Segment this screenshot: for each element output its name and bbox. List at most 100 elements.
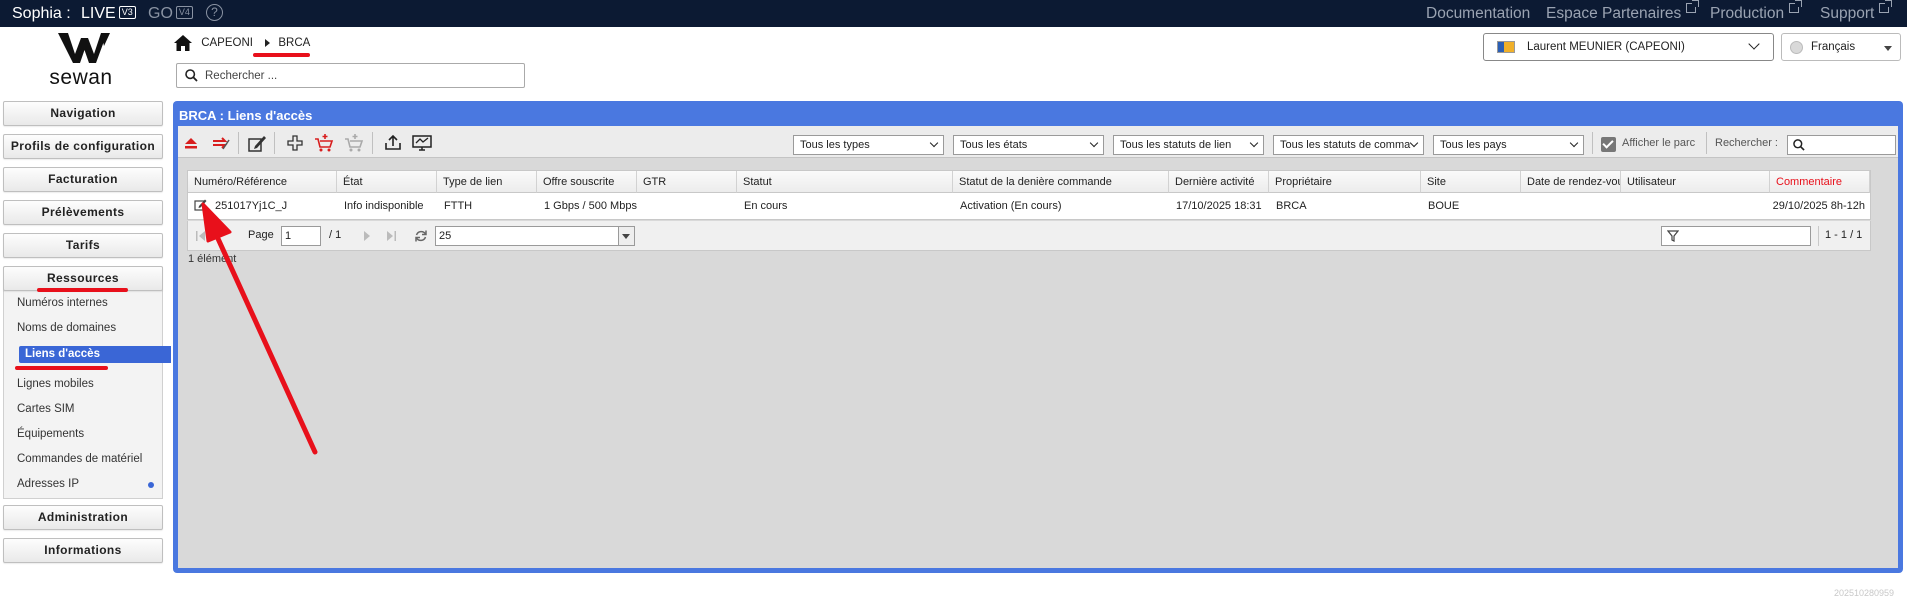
sidebar-profils-button[interactable]: Profils de configuration [3, 134, 163, 159]
chevron-down-icon [1409, 138, 1419, 148]
grid-search-input[interactable] [1787, 135, 1896, 155]
sidebar-tarifs-button[interactable]: Tarifs [3, 233, 163, 258]
dropdown-arrow-icon [622, 234, 630, 239]
sidebar-navigation-button[interactable]: Navigation [3, 101, 163, 126]
logo-text: sewan [49, 66, 113, 89]
sidebar-item-commandes-de-materiel[interactable]: Commandes de matériel [17, 453, 142, 465]
page-size-select[interactable]: 25 [435, 226, 635, 246]
filter-types-select[interactable]: Tous les types [793, 135, 944, 155]
toolbar-separator [238, 132, 239, 154]
item-count: 1 élément [188, 253, 237, 265]
filter-statuts-commande-value: Tous les statuts de comma [1280, 139, 1411, 151]
sewan-logo-mark [58, 33, 110, 63]
column-header-date-rdv[interactable]: Date de rendez-vous [1521, 171, 1621, 193]
sidebar-prelevements-button[interactable]: Prélèvements [3, 200, 163, 225]
column-header-type-lien[interactable]: Type de lien [437, 171, 537, 193]
add-to-cart-icon[interactable] [313, 133, 335, 153]
live-badge: V3 [118, 6, 136, 19]
sidebar-item-lignes-mobiles[interactable]: Lignes mobiles [17, 378, 94, 390]
monitor-icon[interactable] [411, 133, 433, 153]
language-select[interactable]: Français [1781, 33, 1901, 61]
sidebar-item-numeros-internes[interactable]: Numéros internes [17, 297, 108, 309]
support-link[interactable]: Support [1820, 0, 1893, 27]
eject-icon[interactable] [180, 133, 202, 153]
page-total: / 1 [329, 229, 342, 241]
live-v3-link[interactable]: LIVE V3 [81, 0, 136, 27]
search-icon [185, 69, 198, 82]
column-header-proprietaire[interactable]: Propriétaire [1269, 171, 1421, 193]
cell-site: BOUE [1428, 200, 1460, 212]
cart-disabled-icon[interactable] [343, 133, 365, 153]
go-v4-link[interactable]: GO V4 [148, 0, 193, 27]
sidebar-item-liens-d-acces[interactable]: Liens d'accès [19, 346, 171, 363]
toolbar-separator [1706, 132, 1707, 154]
help-icon[interactable]: ? [206, 4, 223, 21]
chevron-down-icon [929, 138, 939, 148]
column-header-etat[interactable]: État [337, 171, 437, 193]
filter-icon [1667, 230, 1679, 242]
chevron-down-icon [1249, 138, 1259, 148]
user-select[interactable]: Laurent MEUNIER (CAPEONI) [1483, 33, 1774, 61]
sewan-logo[interactable]: sewan [38, 30, 124, 90]
column-header-site[interactable]: Site [1421, 171, 1521, 193]
user-name: Laurent MEUNIER (CAPEONI) [1527, 41, 1685, 53]
global-search-box[interactable] [176, 63, 525, 88]
filter-types-value: Tous les types [800, 139, 870, 151]
first-page-icon[interactable] [195, 230, 207, 242]
export-icon[interactable] [382, 133, 404, 153]
column-header-statut[interactable]: Statut [737, 171, 953, 193]
column-header-utilisateur[interactable]: Utilisateur [1621, 171, 1770, 193]
search-input[interactable] [205, 67, 515, 84]
add-icon[interactable] [284, 133, 306, 153]
cell-statut: En cours [744, 200, 788, 212]
page-number-input[interactable]: 1 [281, 226, 321, 246]
sidebar-item-equipements[interactable]: Équipements [17, 428, 84, 440]
brand-label: Sophia : [12, 5, 71, 22]
sidebar-informations-button[interactable]: Informations [3, 538, 163, 563]
column-header-derniere-activite[interactable]: Dernière activité [1169, 171, 1269, 193]
chevron-down-icon [1748, 38, 1760, 50]
sidebar-item-noms-de-domaines[interactable]: Noms de domaines [17, 322, 116, 334]
language-label: Français [1811, 41, 1856, 53]
sidebar-facturation-button[interactable]: Facturation [3, 167, 163, 192]
refresh-icon[interactable] [414, 229, 428, 243]
search-icon [1793, 139, 1805, 151]
live-label: LIVE [81, 5, 116, 22]
sidebar-item-cartes-sim[interactable]: Cartes SIM [17, 403, 75, 415]
production-label: Production [1710, 5, 1785, 22]
filter-pays-value: Tous les pays [1440, 139, 1507, 151]
edit-icon[interactable] [246, 133, 268, 153]
grid-filter-input[interactable] [1661, 226, 1811, 246]
breadcrumb-brca[interactable]: BRCA [278, 37, 310, 49]
breadcrumb-capeoni[interactable]: CAPEONI [201, 37, 253, 49]
column-header-offre[interactable]: Offre souscrite [537, 171, 637, 193]
espace-partenaires-link[interactable]: Espace Partenaires [1546, 0, 1700, 27]
version-stamp: 202510280959 [1834, 588, 1895, 598]
filter-statuts-lien-select[interactable]: Tous les statuts de lien [1113, 135, 1264, 155]
documentation-link[interactable]: Documentation [1426, 0, 1530, 27]
panel-title: BRCA : Liens d'accès [179, 108, 313, 123]
cell-numero[interactable]: 251017Yj1C_J [209, 196, 337, 216]
filter-statuts-commande-select[interactable]: Tous les statuts de comma [1273, 135, 1424, 155]
next-page-icon[interactable] [361, 230, 373, 242]
espace-partenaires-label: Espace Partenaires [1546, 5, 1682, 22]
filter-pays-select[interactable]: Tous les pays [1433, 135, 1584, 155]
home-icon[interactable] [174, 35, 192, 51]
column-header-commentaire[interactable]: Commentaire [1770, 171, 1870, 193]
column-header-gtr[interactable]: GTR [637, 171, 737, 193]
last-page-icon[interactable] [385, 230, 397, 242]
sidebar-administration-button[interactable]: Administration [3, 505, 163, 530]
filter-statuts-lien-value: Tous les statuts de lien [1120, 139, 1232, 151]
column-header-numero[interactable]: Numéro/Référence [188, 171, 337, 193]
column-header-statut-commande[interactable]: Statut de la denière commande [953, 171, 1169, 193]
edit-row-icon[interactable] [194, 198, 207, 211]
toolbar-separator [1592, 132, 1593, 154]
cell-date-rdv [1522, 196, 1621, 216]
filter-etats-select[interactable]: Tous les états [953, 135, 1104, 155]
production-link[interactable]: Production [1710, 0, 1803, 27]
cell-statut-commande: Activation (En cours) [960, 200, 1062, 212]
bulk-edit-icon[interactable] [210, 133, 232, 153]
show-parc-checkbox[interactable] [1601, 137, 1616, 152]
toolbar-separator [274, 132, 275, 154]
sidebar-item-adresses-ip[interactable]: Adresses IP [17, 478, 79, 490]
